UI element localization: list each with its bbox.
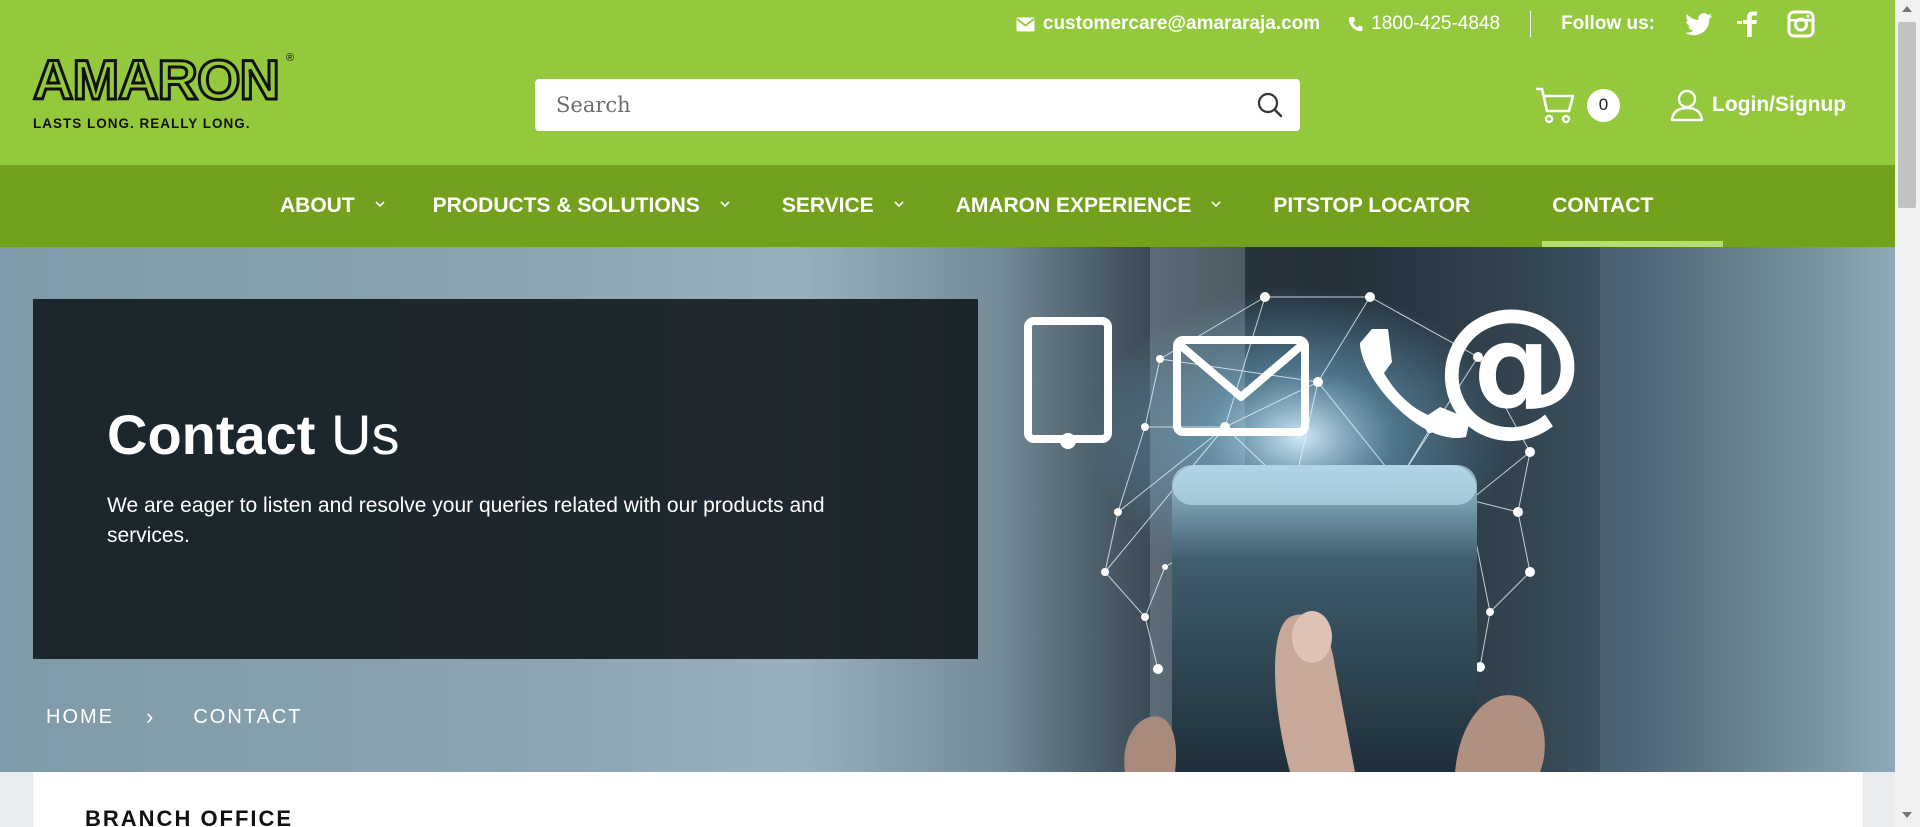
main-nav: ABOUT PRODUCTS & SOLUTIONS SERVICE AMARO… — [0, 165, 1895, 247]
follow-label: Follow us: — [1561, 13, 1655, 34]
facebook-icon[interactable] — [1737, 11, 1763, 37]
branch-office-card: BRANCH OFFICE — [33, 772, 1863, 827]
scroll-thumb[interactable] — [1898, 22, 1916, 208]
nav-item-amaron-experience[interactable]: AMARON EXPERIENCE — [956, 165, 1222, 247]
scroll-up-arrow[interactable] — [1902, 6, 1912, 12]
search-bar — [535, 79, 1300, 131]
nav-label: PITSTOP LOCATOR — [1273, 194, 1471, 217]
topbar-divider — [1530, 11, 1532, 37]
chevron-down-icon — [720, 200, 730, 207]
breadcrumb-separator: › — [146, 704, 156, 729]
breadcrumb: HOME › CONTACT — [46, 704, 303, 730]
nav-item-service[interactable]: SERVICE — [782, 165, 904, 247]
envelope-icon — [1016, 17, 1035, 31]
page-title: Contact Us — [107, 403, 399, 467]
nav-item-pitstop-locator[interactable]: PITSTOP LOCATOR — [1273, 165, 1470, 247]
nav-item-about[interactable]: ABOUT — [280, 165, 385, 247]
hero-description: We are eager to listen and resolve your … — [107, 494, 825, 547]
cart-button[interactable]: 0 — [1535, 86, 1620, 124]
email-text: customercare@amararaja.com — [1042, 13, 1321, 34]
nav-label: PRODUCTS & SOLUTIONS — [432, 194, 700, 217]
breadcrumb-current: CONTACT — [193, 705, 303, 728]
nav-label: SERVICE — [781, 194, 874, 217]
phone-text: 1800-425-4848 — [1371, 13, 1501, 34]
social-links — [1685, 10, 1815, 38]
contact-hero-banner: @ Contact Us We are eager to listen and … — [0, 247, 1895, 772]
chevron-down-icon — [894, 200, 904, 207]
twitter-icon[interactable] — [1685, 12, 1713, 36]
nav-label: AMARON EXPERIENCE — [955, 194, 1192, 217]
branch-office-heading: BRANCH OFFICE — [85, 806, 294, 827]
svg-text:@: @ — [1435, 277, 1585, 451]
phone-link[interactable]: 1800-425-4848 — [1348, 13, 1500, 35]
page-scrollbar[interactable] — [1895, 0, 1920, 827]
chevron-down-icon — [375, 200, 385, 207]
top-contact-bar: customercare@amararaja.com 1800-425-4848… — [988, 10, 1815, 38]
title-light: Us — [315, 403, 400, 466]
scroll-down-arrow[interactable] — [1902, 812, 1912, 818]
search-icon — [1257, 92, 1283, 118]
email-link[interactable]: customercare@amararaja.com — [1016, 13, 1320, 35]
cart-icon — [1536, 87, 1575, 124]
phone-icon — [1348, 17, 1363, 32]
nav-label: ABOUT — [280, 194, 355, 217]
login-label: Login/Signup — [1712, 93, 1847, 116]
breadcrumb-home[interactable]: HOME — [46, 706, 114, 729]
search-button[interactable] — [1240, 92, 1300, 118]
nav-item-contact[interactable]: CONTACT — [1542, 165, 1724, 247]
nav-label: CONTACT — [1552, 194, 1654, 217]
search-input[interactable] — [535, 79, 1240, 131]
nav-item-products-solutions[interactable]: PRODUCTS & SOLUTIONS — [433, 165, 730, 247]
user-icon — [1670, 89, 1704, 122]
hero-text-panel: Contact Us We are eager to listen and re… — [33, 299, 978, 659]
site-header: customercare@amararaja.com 1800-425-4848… — [0, 0, 1895, 165]
instagram-icon[interactable] — [1787, 10, 1815, 38]
amaron-logo[interactable]: AMARON ® LASTS LONG. REALLY LONG. — [32, 48, 303, 138]
login-signup-link[interactable]: Login/Signup — [1670, 88, 1846, 122]
chevron-down-icon — [1211, 200, 1221, 207]
registered-mark: ® — [286, 52, 295, 64]
logo-wordmark: AMARON — [32, 48, 282, 111]
logo-tagline: LASTS LONG. REALLY LONG. — [33, 116, 251, 131]
title-bold: Contact — [107, 403, 316, 466]
cart-count-badge: 0 — [1587, 88, 1620, 122]
